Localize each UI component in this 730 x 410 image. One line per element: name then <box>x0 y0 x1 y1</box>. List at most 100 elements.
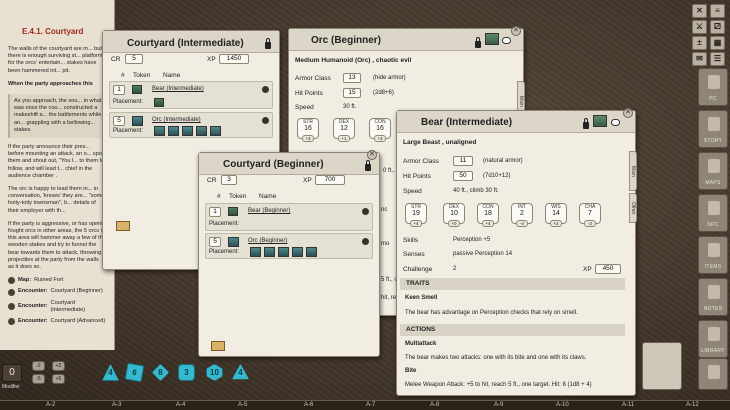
sidebar-item-pc[interactable]: PC <box>698 68 728 106</box>
bear-token-icon[interactable] <box>228 207 238 216</box>
hp-field[interactable]: 15 <box>343 88 361 98</box>
story-subheading: When the party approaches this <box>8 80 93 87</box>
senses-label: Senses <box>403 251 425 258</box>
sidebar-item-extra[interactable] <box>698 358 728 390</box>
close-icon[interactable]: ✕ <box>511 26 521 36</box>
stat-str[interactable]: STR 19 +4 <box>405 203 427 227</box>
placement-token-icon[interactable] <box>250 247 261 257</box>
envelope-icon[interactable] <box>211 341 225 351</box>
dice-icon[interactable]: ⚂ <box>710 20 725 34</box>
creature-link[interactable]: Orc (Intermediate) <box>152 117 201 123</box>
orc-token-icon[interactable] <box>228 237 239 247</box>
d10-icon[interactable]: 3 <box>178 364 195 381</box>
encounter-row[interactable]: 5 Orc (Intermediate) Placement: <box>109 112 273 138</box>
story-link-map[interactable]: Map: Ruined Fort <box>8 277 106 285</box>
chat-icon[interactable]: ✉ <box>692 52 707 66</box>
lock-icon[interactable] <box>265 38 271 49</box>
close-icon[interactable]: ✕ <box>623 108 633 118</box>
orc-token-icon[interactable] <box>132 116 143 126</box>
placement-token-icon[interactable] <box>210 126 221 136</box>
link-icon[interactable] <box>262 117 269 124</box>
xp-field[interactable]: 1450 <box>219 54 249 64</box>
close-icon[interactable]: ✕ <box>367 150 377 160</box>
stat-int[interactable]: INT 2 -4 <box>511 203 533 227</box>
xp-field[interactable]: 700 <box>315 175 345 185</box>
npc-window-bear[interactable]: Bear (Intermediate) ✕ Large Beast , unal… <box>396 108 637 396</box>
ac-field[interactable]: 11 <box>453 156 473 166</box>
count-field[interactable]: 5 <box>113 116 125 126</box>
placement-token-icon[interactable] <box>196 126 207 136</box>
stat-cha[interactable]: CHA 7 -2 <box>579 203 601 227</box>
list-icon[interactable]: ☰ <box>710 52 725 66</box>
plus-minus-icon[interactable]: ± <box>692 36 707 50</box>
window-title: Orc (Beginner) <box>311 35 382 46</box>
modifier-plus5-button[interactable]: +5 <box>52 374 65 384</box>
encounter-window-beginner[interactable]: Courtyard (Beginner) ✕ CR 3 XP 700 # Tok… <box>198 150 380 357</box>
encounter-row[interactable]: 5 Orc (Beginner) Placement: <box>205 233 373 259</box>
count-field[interactable]: 1 <box>113 85 125 95</box>
encounter-row[interactable]: 1 Bear (Beginner) Placement: <box>205 203 373 231</box>
modifier-plus2-button[interactable]: +2 <box>52 361 65 371</box>
story-link-encounter[interactable]: Encounter: Courtyard (Advanced) <box>8 318 106 326</box>
chat-icon[interactable] <box>611 119 620 126</box>
sidebar-item-maps[interactable]: MAPS <box>698 152 728 190</box>
tab-main[interactable]: Main <box>629 151 637 191</box>
stat-dex[interactable]: DEX 10 +0 <box>443 203 465 227</box>
modifier-minus2-button[interactable]: -2 <box>32 361 45 371</box>
ruler-label: A-2 <box>46 402 56 408</box>
d6-icon[interactable]: 6 <box>124 362 145 383</box>
modifier-box[interactable]: 0 <box>2 364 22 382</box>
creature-link[interactable]: Bear (Intermediate) <box>152 86 204 92</box>
menu-icon[interactable]: ≡ <box>710 4 725 18</box>
sidebar-item-notes[interactable]: NOTES <box>698 278 728 316</box>
xp-field[interactable]: 450 <box>595 264 621 274</box>
ruler-label: A-4 <box>176 402 186 408</box>
chat-icon[interactable] <box>502 37 511 44</box>
tab-other[interactable]: Other <box>629 193 637 223</box>
bear-token-icon[interactable] <box>132 85 142 94</box>
story-link-encounter[interactable]: Encounter: Courtyard (Beginner) <box>8 288 106 296</box>
cr-field[interactable]: 5 <box>125 54 143 64</box>
lock-icon[interactable] <box>475 37 481 48</box>
sidebar-item-items[interactable]: ITEMS <box>698 236 728 274</box>
bear-portrait-icon[interactable] <box>593 115 607 127</box>
stat-con[interactable]: CON 16 +3 <box>369 118 391 142</box>
link-icon[interactable] <box>362 208 369 215</box>
orc-portrait-icon[interactable] <box>485 33 499 45</box>
lock-icon[interactable] <box>583 118 589 129</box>
placement-token-icon[interactable] <box>168 126 179 136</box>
sidebar-item-library[interactable]: LIBRARY <box>698 320 728 358</box>
placement-token-icon[interactable] <box>154 98 164 107</box>
count-field[interactable]: 1 <box>209 207 221 217</box>
cr-field[interactable]: 3 <box>221 175 237 185</box>
story-link-encounter[interactable]: Encounter: Courtyard (intermediate) <box>8 300 106 314</box>
link-icon[interactable] <box>362 238 369 245</box>
encounter-row[interactable]: 1 Bear (Intermediate) Placement: <box>109 81 273 109</box>
stat-wis[interactable]: WIS 14 +2 <box>545 203 567 227</box>
stat-dex[interactable]: DEX 12 +1 <box>333 118 355 142</box>
creature-link[interactable]: Orc (Beginner) <box>248 238 287 244</box>
envelope-icon[interactable] <box>116 221 130 231</box>
stat-str[interactable]: STR 16 +3 <box>297 118 319 142</box>
sidebar-item-npc[interactable]: NPC <box>698 194 728 232</box>
creature-link[interactable]: Bear (Beginner) <box>248 208 290 214</box>
hp-field[interactable]: 50 <box>453 171 473 181</box>
link-icon[interactable] <box>262 86 269 93</box>
ac-field[interactable]: 13 <box>343 73 361 83</box>
calendar-icon[interactable]: ▦ <box>710 36 725 50</box>
tools-icon[interactable]: ✕ <box>692 4 707 18</box>
placement-token-icon[interactable] <box>154 126 165 136</box>
sword-icon[interactable]: ⚔ <box>692 20 707 34</box>
placement-token-icon[interactable] <box>278 247 289 257</box>
sidebar-item-story[interactable]: STORY <box>698 110 728 148</box>
placement-token-icon[interactable] <box>292 247 303 257</box>
placement-token-icon[interactable] <box>264 247 275 257</box>
stat-con[interactable]: CON 18 +4 <box>477 203 499 227</box>
count-field[interactable]: 5 <box>209 237 221 247</box>
story-panel: E.4.1. Courtyard The walls of the courty… <box>0 0 115 350</box>
tower-icon[interactable] <box>642 342 682 390</box>
placement-token-icon[interactable] <box>306 247 317 257</box>
placement-token-icon[interactable] <box>182 126 193 136</box>
modifier-minus5-button[interactable]: -5 <box>32 374 45 384</box>
lock-icon[interactable] <box>365 160 371 171</box>
